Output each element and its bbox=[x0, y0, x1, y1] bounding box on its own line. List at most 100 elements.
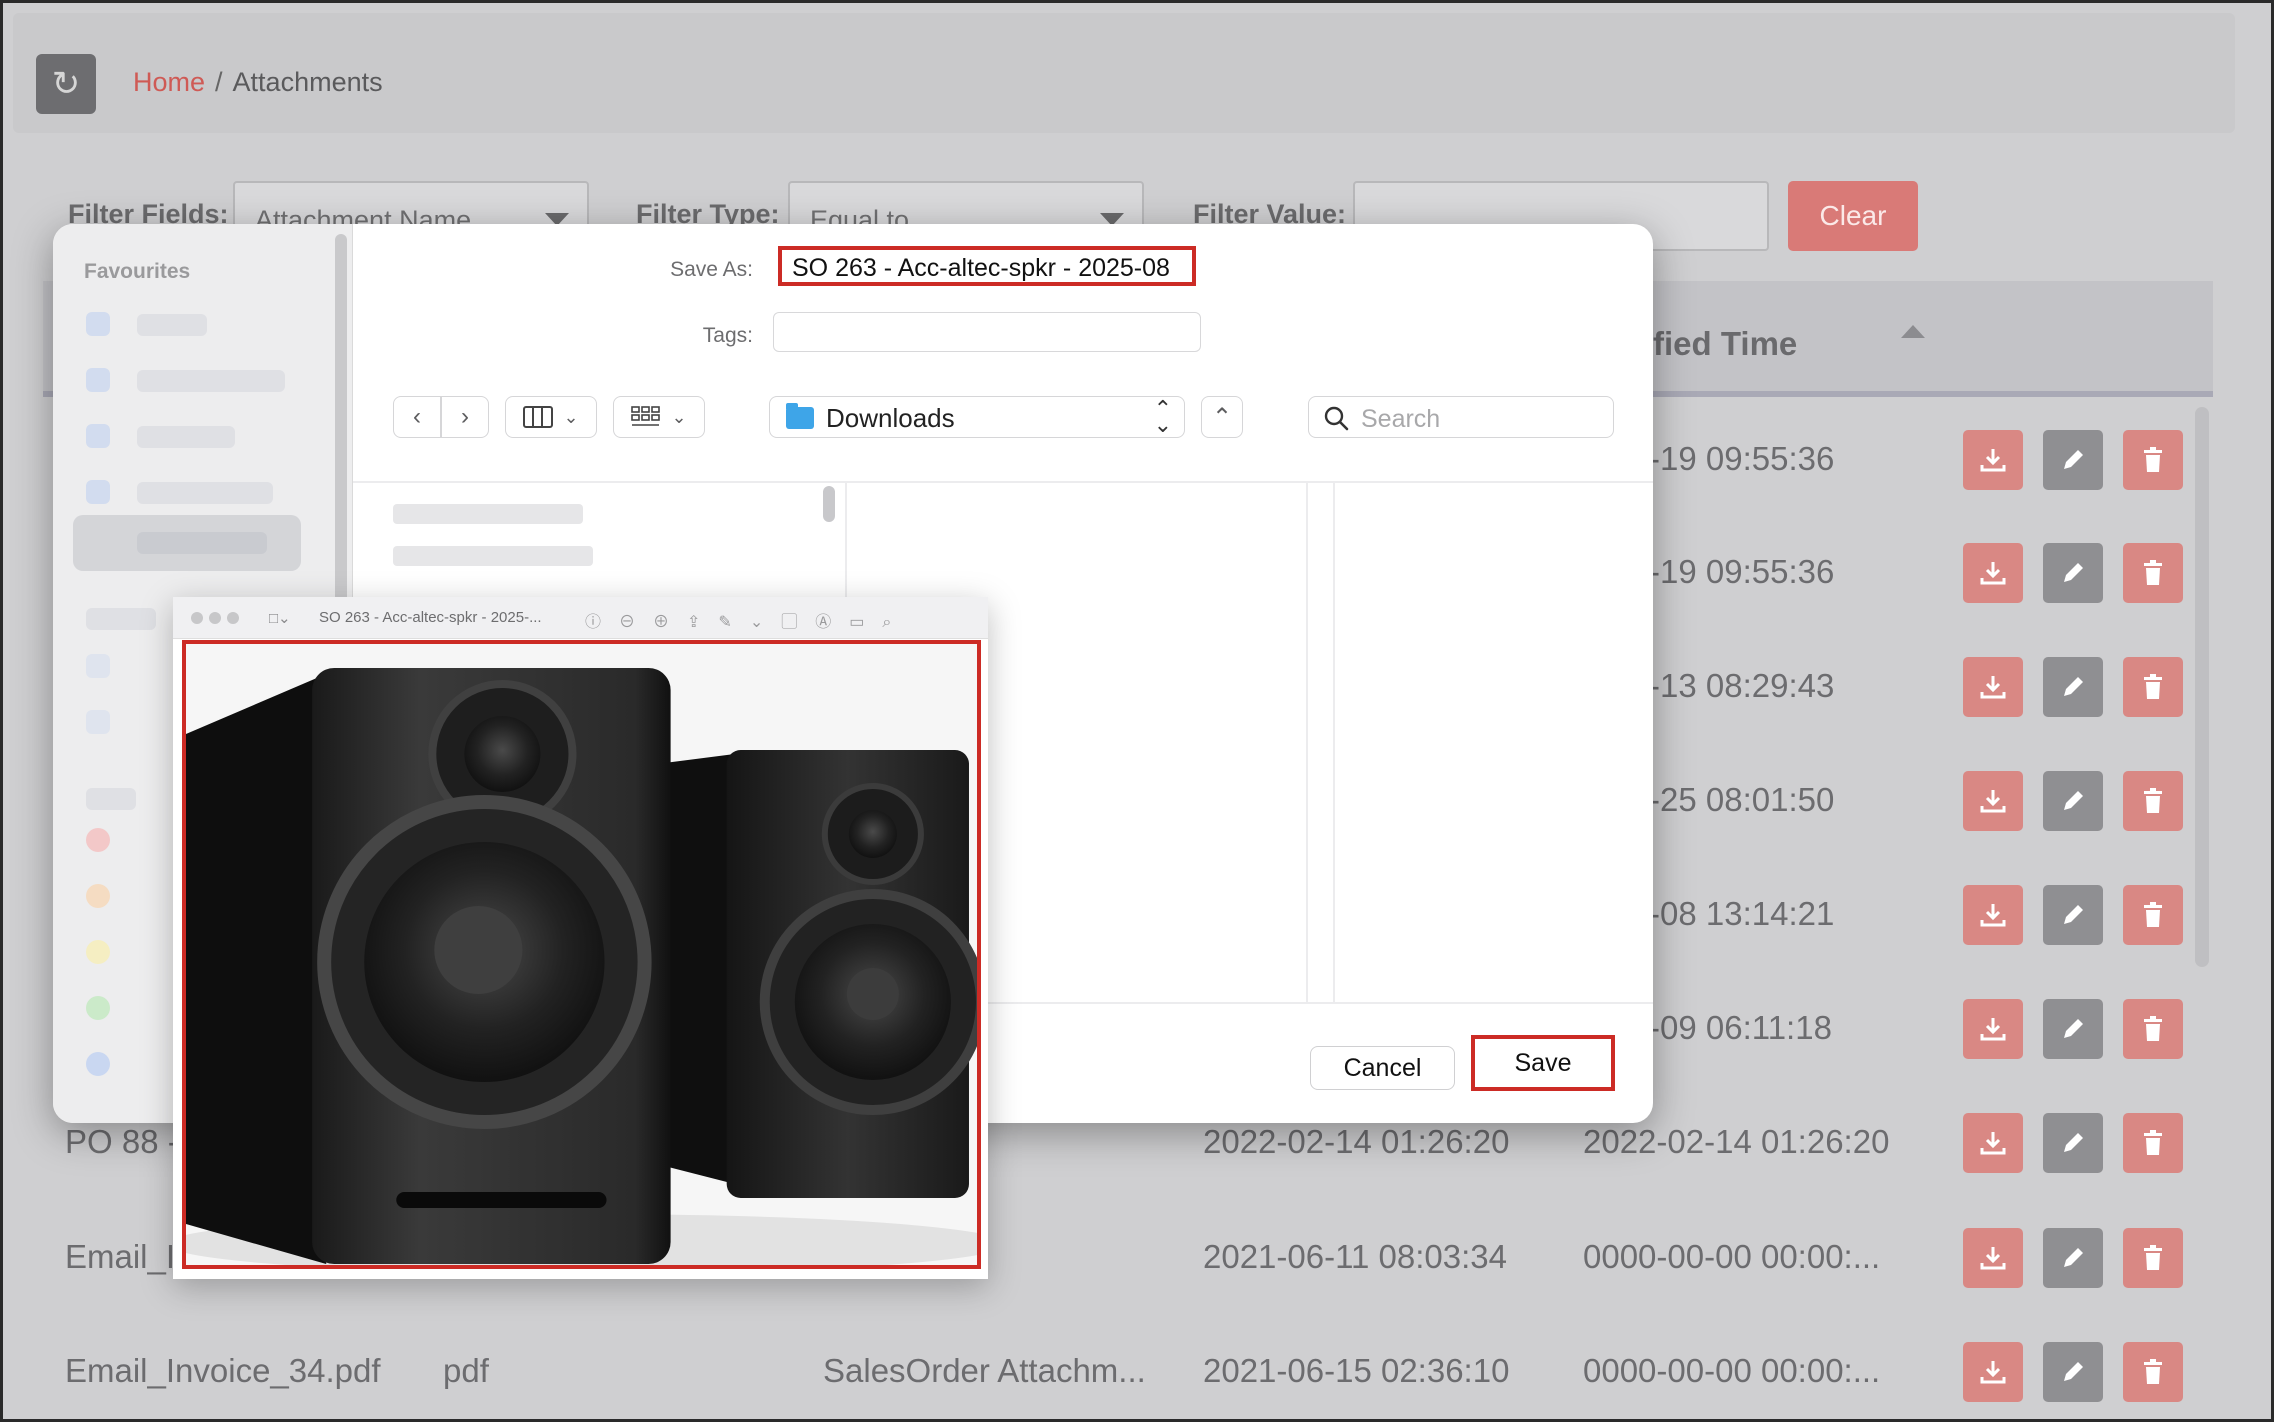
sidebar-item[interactable] bbox=[137, 426, 235, 448]
trash-icon bbox=[2144, 447, 2162, 472]
search-placeholder: Search bbox=[1361, 405, 1441, 433]
cell-type: pdf bbox=[443, 1352, 489, 1389]
tags-input[interactable] bbox=[773, 312, 1201, 352]
cell-name: PO 88 - bbox=[65, 1123, 179, 1160]
refresh-button[interactable]: ↻ bbox=[36, 54, 96, 114]
trash-icon bbox=[2144, 788, 2162, 813]
save-button[interactable]: Save bbox=[1471, 1035, 1615, 1091]
edit-button[interactable] bbox=[2043, 1342, 2103, 1402]
tag-dot-icon[interactable] bbox=[86, 996, 110, 1020]
download-icon bbox=[1980, 449, 2006, 472]
delete-button[interactable] bbox=[2123, 1342, 2183, 1402]
location-popup[interactable]: Downloads ⌃ ⌄ bbox=[769, 396, 1185, 438]
location-label: Downloads bbox=[826, 403, 955, 433]
table-scrollbar[interactable] bbox=[2195, 407, 2209, 967]
tag-dot-icon[interactable] bbox=[86, 1052, 110, 1076]
pencil-icon bbox=[2064, 905, 2083, 924]
delete-button[interactable] bbox=[2123, 771, 2183, 831]
cell-modified: 0000-00-00 00:00:... bbox=[1583, 1238, 1881, 1275]
download-button[interactable] bbox=[1963, 1228, 2023, 1288]
delete-button[interactable] bbox=[2123, 885, 2183, 945]
column-scrollbar[interactable] bbox=[823, 486, 835, 522]
file-item[interactable] bbox=[393, 504, 583, 524]
edit-button[interactable] bbox=[2043, 771, 2103, 831]
tag-dot-icon[interactable] bbox=[86, 940, 110, 964]
view-grid-button[interactable]: ⌄ bbox=[613, 396, 705, 438]
zoom-window-icon[interactable] bbox=[227, 612, 239, 624]
file-item[interactable] bbox=[393, 546, 593, 566]
cancel-button[interactable]: Cancel bbox=[1310, 1046, 1455, 1090]
sidebar-icon bbox=[86, 424, 110, 448]
minimize-window-icon[interactable] bbox=[209, 612, 221, 624]
delete-button[interactable] bbox=[2123, 543, 2183, 603]
download-icon bbox=[1980, 904, 2006, 927]
pencil-icon bbox=[2064, 1019, 2083, 1038]
pencil-icon bbox=[2064, 450, 2083, 469]
download-button[interactable] bbox=[1963, 885, 2023, 945]
download-button[interactable] bbox=[1963, 1342, 2023, 1402]
preview-toolbar-icons[interactable]: ⓘ⊖⊕⇪✎⌄▢Ⓐ▭⌕ bbox=[585, 608, 909, 632]
sidebar-item[interactable] bbox=[137, 482, 273, 504]
edit-button[interactable] bbox=[2043, 1113, 2103, 1173]
search-field[interactable]: Search bbox=[1308, 396, 1614, 438]
edit-button[interactable] bbox=[2043, 657, 2103, 717]
column-divider bbox=[1306, 483, 1308, 1003]
cell-created: 2021-06-11 08:03:34 bbox=[1203, 1238, 1507, 1275]
edit-button[interactable] bbox=[2043, 543, 2103, 603]
chevron-left-icon: ‹ bbox=[413, 403, 421, 430]
trash-icon bbox=[2144, 1016, 2162, 1041]
sort-ascending-icon[interactable] bbox=[1901, 325, 1925, 338]
sidebar-icon bbox=[86, 710, 110, 734]
breadcrumb-home[interactable]: Home bbox=[133, 67, 205, 97]
chevron-down-icon: ⌄ bbox=[563, 406, 579, 427]
edit-button[interactable] bbox=[2043, 885, 2103, 945]
delete-button[interactable] bbox=[2123, 657, 2183, 717]
clear-button[interactable]: Clear bbox=[1788, 181, 1918, 251]
sidebar-icon bbox=[86, 368, 110, 392]
download-icon bbox=[1980, 562, 2006, 585]
download-button[interactable] bbox=[1963, 771, 2023, 831]
delete-button[interactable] bbox=[2123, 1228, 2183, 1288]
delete-button[interactable] bbox=[2123, 1113, 2183, 1173]
collapse-button[interactable]: ⌃ bbox=[1201, 396, 1243, 438]
speaker-image bbox=[182, 640, 981, 1269]
cell-created: 2022-02-14 01:26:20 bbox=[1203, 1123, 1510, 1160]
chevron-up-icon: ⌃ bbox=[1211, 403, 1233, 431]
view-column-button[interactable]: ⌄ bbox=[505, 396, 597, 438]
updown-chevron-icon: ⌃ ⌄ bbox=[1153, 396, 1172, 437]
download-button[interactable] bbox=[1963, 1113, 2023, 1173]
edit-button[interactable] bbox=[2043, 1228, 2103, 1288]
pencil-icon bbox=[2064, 1362, 2083, 1381]
browser-divider bbox=[353, 481, 1653, 483]
download-button[interactable] bbox=[1963, 999, 2023, 1059]
delete-button[interactable] bbox=[2123, 999, 2183, 1059]
sidebar-section bbox=[86, 788, 136, 810]
edit-button[interactable] bbox=[2043, 430, 2103, 490]
delete-button[interactable] bbox=[2123, 430, 2183, 490]
folder-icon bbox=[786, 403, 814, 429]
trash-icon bbox=[2144, 1359, 2162, 1384]
tag-dot-icon[interactable] bbox=[86, 884, 110, 908]
download-icon bbox=[1980, 676, 2006, 699]
back-button[interactable]: ‹ bbox=[393, 396, 441, 438]
tag-dot-icon[interactable] bbox=[86, 828, 110, 852]
download-button[interactable] bbox=[1963, 543, 2023, 603]
modified-time-header[interactable]: fied Time bbox=[1653, 325, 1813, 363]
column-divider bbox=[1333, 483, 1335, 1003]
sidebar-section bbox=[86, 608, 156, 630]
tags-label: Tags: bbox=[702, 324, 753, 347]
download-button[interactable] bbox=[1963, 657, 2023, 717]
download-icon bbox=[1980, 1361, 2006, 1384]
sidebar-toggle-icon[interactable]: □⌄ bbox=[269, 609, 291, 627]
download-icon bbox=[1980, 790, 2006, 813]
sidebar-scrollbar[interactable] bbox=[335, 234, 347, 654]
breadcrumb-separator: / bbox=[215, 67, 223, 97]
sidebar-item[interactable] bbox=[137, 370, 285, 392]
forward-button[interactable]: › bbox=[441, 396, 489, 438]
edit-button[interactable] bbox=[2043, 999, 2103, 1059]
save-as-input[interactable]: SO 263 - Acc-altec-spkr - 2025-08 bbox=[778, 246, 1196, 286]
cell-category: SalesOrder Attachm... bbox=[823, 1352, 1146, 1389]
close-window-icon[interactable] bbox=[191, 612, 203, 624]
download-button[interactable] bbox=[1963, 430, 2023, 490]
sidebar-item[interactable] bbox=[137, 314, 207, 336]
